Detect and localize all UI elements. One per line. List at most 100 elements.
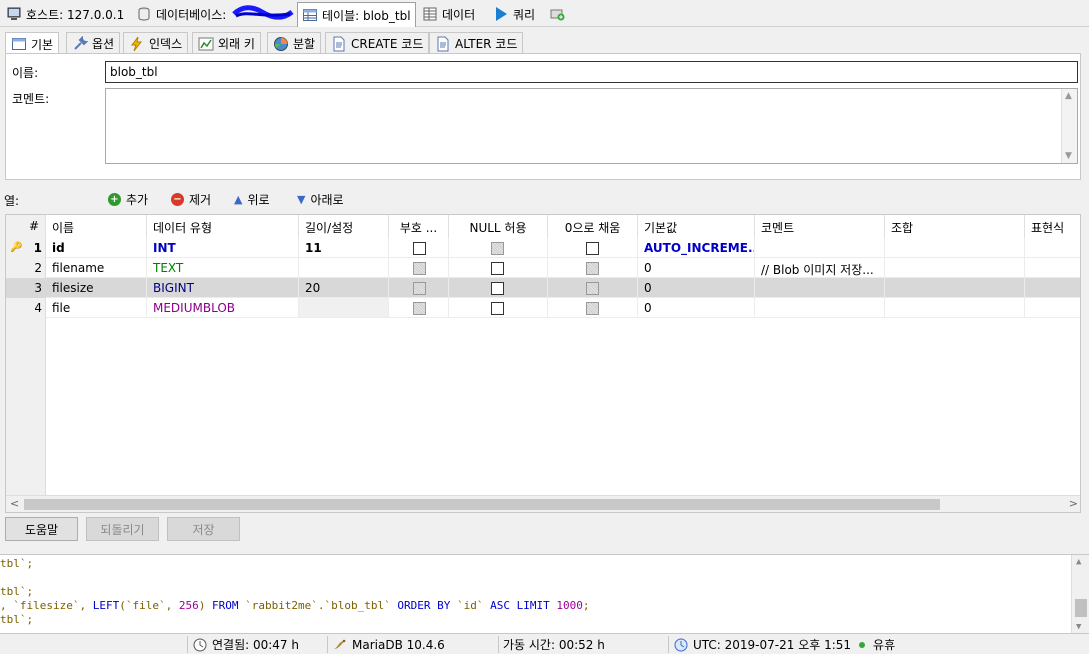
unsigned-checkbox[interactable] [413, 302, 426, 315]
cell-unsigned[interactable] [389, 298, 449, 318]
header-unsigned[interactable]: 부호 ... [389, 215, 449, 238]
cell-comment[interactable] [755, 298, 885, 318]
scroll-right-icon[interactable]: > [1069, 497, 1078, 510]
header-allow-null[interactable]: NULL 허용 [449, 215, 548, 238]
allow-null-checkbox[interactable] [491, 282, 504, 295]
table-row[interactable]: 🔑 1 id INT 11 AUTO_INCREME... [6, 238, 1080, 258]
cell-unsigned[interactable] [389, 258, 449, 278]
scroll-up-icon[interactable]: ▲ [1076, 557, 1081, 567]
zerofill-checkbox[interactable] [586, 282, 599, 295]
cell-allow-null[interactable] [449, 258, 548, 278]
scroll-down-icon[interactable]: ▼ [1076, 622, 1081, 632]
allow-null-checkbox[interactable] [491, 302, 504, 315]
table-comment-textarea[interactable]: ▲ ▼ [105, 88, 1078, 164]
unsigned-checkbox[interactable] [413, 282, 426, 295]
cell-default[interactable]: 0 [638, 278, 755, 298]
cell-collation[interactable] [885, 278, 1025, 298]
cell-length[interactable] [299, 298, 389, 318]
cell-length[interactable]: 20 [299, 278, 389, 298]
cell-allow-null[interactable] [449, 278, 548, 298]
cell-unsigned[interactable] [389, 278, 449, 298]
move-down-button[interactable]: ▼ 아래로 [297, 191, 344, 208]
header-length[interactable]: 길이/설정 [299, 215, 389, 238]
scrollbar-thumb[interactable] [24, 499, 940, 510]
cell-name[interactable]: file [46, 298, 147, 318]
header-num[interactable]: # [6, 215, 46, 238]
cell-type[interactable]: TEXT [147, 258, 299, 278]
header-zerofill[interactable]: 0으로 채움 [548, 215, 638, 238]
move-up-button[interactable]: ▲ 위로 [234, 191, 270, 208]
scrollbar-thumb[interactable] [1075, 599, 1087, 617]
comment-scrollbar[interactable]: ▲ ▼ [1061, 89, 1077, 163]
cell-expression[interactable] [1025, 258, 1080, 278]
scroll-up-icon[interactable]: ▲ [1065, 91, 1072, 101]
cell-length[interactable]: 11 [299, 238, 389, 258]
header-type[interactable]: 데이터 유형 [147, 215, 299, 238]
cell-collation[interactable] [885, 238, 1025, 258]
columns-grid[interactable]: # 이름 데이터 유형 길이/설정 부호 ... NULL 허용 0으로 채움 … [5, 214, 1081, 513]
tab-host[interactable]: 호스트: 127.0.0.1 [2, 3, 128, 25]
cell-default[interactable]: 0 [638, 258, 755, 278]
cell-expression[interactable] [1025, 278, 1080, 298]
sql-log[interactable]: tbl`; tbl`; , `filesize`, LEFT(`file`, 2… [0, 554, 1089, 633]
add-column-button[interactable]: + 추가 [108, 191, 148, 208]
help-button[interactable]: 도움말 [5, 517, 78, 541]
cell-allow-null[interactable] [449, 238, 548, 258]
header-default[interactable]: 기본값 [638, 215, 755, 238]
cell-zerofill[interactable] [548, 238, 638, 258]
cell-default[interactable]: 0 [638, 298, 755, 318]
cell-type[interactable]: MEDIUMBLOB [147, 298, 299, 318]
table-row[interactable]: 2 filename TEXT 0// Blob 이미지 저장... [6, 258, 1080, 278]
cell-unsigned[interactable] [389, 238, 449, 258]
table-row[interactable]: 3 filesize BIGINT 20 0 [6, 278, 1080, 298]
header-name[interactable]: 이름 [46, 215, 147, 238]
cell-zerofill[interactable] [548, 258, 638, 278]
cell-expression[interactable] [1025, 298, 1080, 318]
tab-database[interactable]: 데이터베이스: [132, 3, 230, 25]
cell-zerofill[interactable] [548, 298, 638, 318]
cell-name[interactable]: filesize [46, 278, 147, 298]
cell-name[interactable]: filename [46, 258, 147, 278]
tab-alter-code[interactable]: ALTER 코드 [429, 32, 524, 54]
cell-collation[interactable] [885, 258, 1025, 278]
cell-comment[interactable]: // Blob 이미지 저장... [755, 258, 885, 278]
tab-table[interactable]: 테이블: blob_tbl [297, 2, 416, 27]
save-button[interactable]: 저장 [167, 517, 240, 541]
unsigned-checkbox[interactable] [413, 242, 426, 255]
tab-query[interactable]: 쿼리 [489, 3, 539, 25]
tab-new-query[interactable] [545, 3, 569, 25]
cell-length[interactable] [299, 258, 389, 278]
cell-comment[interactable] [755, 278, 885, 298]
cell-allow-null[interactable] [449, 298, 548, 318]
unsigned-checkbox[interactable] [413, 262, 426, 275]
revert-button[interactable]: 되돌리기 [86, 517, 159, 541]
header-comment[interactable]: 코멘트 [755, 215, 885, 238]
tab-data[interactable]: 데이터 [418, 3, 479, 25]
cell-name[interactable]: id [46, 238, 147, 258]
tab-foreign-keys[interactable]: 외래 키 [192, 32, 261, 54]
allow-null-checkbox[interactable] [491, 242, 504, 255]
cell-comment[interactable] [755, 238, 885, 258]
remove-column-button[interactable]: − 제거 [171, 191, 211, 208]
table-row[interactable]: 4 file MEDIUMBLOB 0 [6, 298, 1080, 318]
header-collation[interactable]: 조합 [885, 215, 1025, 238]
cell-zerofill[interactable] [548, 278, 638, 298]
allow-null-checkbox[interactable] [491, 262, 504, 275]
tab-basic[interactable]: 기본 [5, 32, 60, 55]
grid-horizontal-scrollbar[interactable]: < > [6, 495, 1080, 512]
table-name-input[interactable]: blob_tbl [105, 61, 1078, 83]
tab-create-code[interactable]: CREATE 코드 [325, 32, 430, 54]
sql-log-scrollbar[interactable]: ▲ ▼ [1071, 555, 1089, 633]
tab-options[interactable]: 옵션 [66, 32, 121, 54]
scroll-left-icon[interactable]: < [10, 497, 19, 510]
header-expression[interactable]: 표현식 [1025, 215, 1080, 238]
zerofill-checkbox[interactable] [586, 262, 599, 275]
tab-indexes[interactable]: 인덱스 [123, 32, 189, 54]
zerofill-checkbox[interactable] [586, 242, 599, 255]
cell-type[interactable]: INT [147, 238, 299, 258]
cell-default[interactable]: AUTO_INCREME... [638, 238, 755, 258]
cell-expression[interactable] [1025, 238, 1080, 258]
tab-partitions[interactable]: 분할 [267, 32, 322, 54]
scroll-down-icon[interactable]: ▼ [1065, 151, 1072, 161]
cell-collation[interactable] [885, 298, 1025, 318]
